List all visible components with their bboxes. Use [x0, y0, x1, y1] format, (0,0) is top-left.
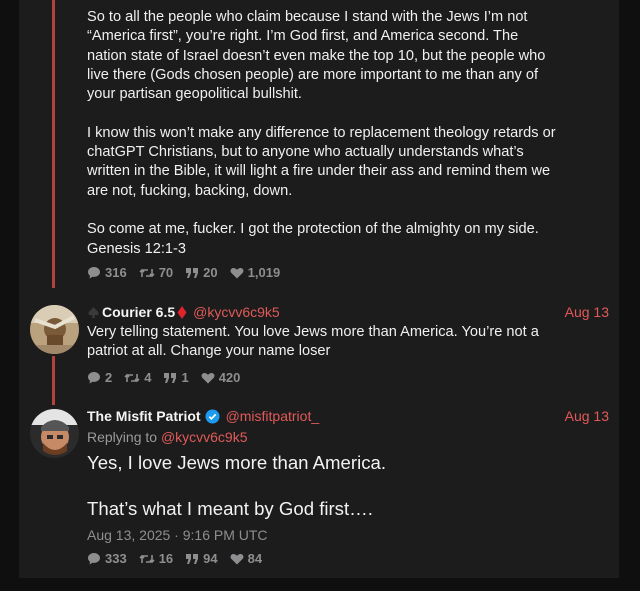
paragraph: So to all the people who claim because I…	[87, 9, 546, 103]
tweet-stats: 316 70 20 1,019	[87, 265, 292, 280]
tweet-stats: 333 16 94 84	[87, 551, 274, 566]
tweet-timestamp[interactable]: Aug 13, 2025 · 9:16 PM UTC	[87, 527, 268, 543]
quote-icon	[186, 553, 199, 564]
tweet-header: Courier 6.5 @kycvv6c9k5 Aug 13	[87, 303, 609, 321]
tweet-stats: 2 4 1 420	[87, 370, 252, 385]
quote-stat[interactable]: 1	[163, 370, 189, 385]
quote-icon	[186, 267, 199, 278]
comment-icon	[88, 553, 100, 565]
retweet-icon	[124, 373, 140, 382]
heart-icon	[230, 267, 244, 278]
comment-icon	[88, 267, 100, 279]
thread-connector	[52, 356, 55, 405]
reply-stat[interactable]: 316	[87, 265, 127, 280]
avatar[interactable]	[30, 409, 79, 458]
replying-to: Replying to @kycvv6c9k5	[87, 429, 248, 445]
diamond-icon	[177, 305, 187, 319]
avatar[interactable]	[30, 305, 79, 354]
paragraph: So come at me, fucker. I got the protect…	[87, 221, 539, 257]
heart-icon	[201, 372, 215, 383]
replying-handle[interactable]: @kycvv6c9k5	[161, 429, 248, 445]
like-stat[interactable]: 84	[230, 551, 262, 566]
tweet-text: So to all the people who claim because I…	[87, 8, 609, 259]
spade-icon	[88, 306, 99, 318]
thread-connector	[52, 0, 55, 288]
reply-stat[interactable]: 2	[87, 370, 112, 385]
retweet-icon	[139, 268, 155, 277]
reply-stat[interactable]: 333	[87, 551, 127, 566]
tweet-text: Yes, I love Jews more than America. That…	[87, 452, 387, 519]
paragraph: I know this won’t make any difference to…	[87, 124, 556, 199]
like-stat[interactable]: 420	[201, 370, 240, 385]
tweet-date[interactable]: Aug 13	[565, 407, 609, 425]
tweet-date[interactable]: Aug 13	[565, 303, 609, 321]
tweet-text: Very telling statement. You love Jews mo…	[87, 324, 539, 360]
retweet-icon	[139, 554, 155, 563]
username[interactable]: @misfitpatriot_	[226, 407, 320, 425]
tweet-header: The Misfit Patriot @misfitpatriot_ Aug 1…	[87, 407, 609, 425]
quote-stat[interactable]: 20	[185, 265, 218, 280]
retweet-stat[interactable]: 70	[139, 265, 173, 280]
retweet-stat[interactable]: 16	[139, 551, 173, 566]
display-name[interactable]: Courier 6.5	[102, 303, 175, 321]
quote-stat[interactable]: 94	[185, 551, 218, 566]
quote-icon	[164, 372, 177, 383]
heart-icon	[230, 553, 244, 564]
retweet-stat[interactable]: 4	[124, 370, 151, 385]
username[interactable]: @kycvv6c9k5	[193, 303, 280, 321]
display-name[interactable]: The Misfit Patriot	[87, 407, 201, 425]
comment-icon	[88, 372, 100, 384]
like-stat[interactable]: 1,019	[230, 265, 280, 280]
verified-badge-icon	[205, 409, 220, 423]
